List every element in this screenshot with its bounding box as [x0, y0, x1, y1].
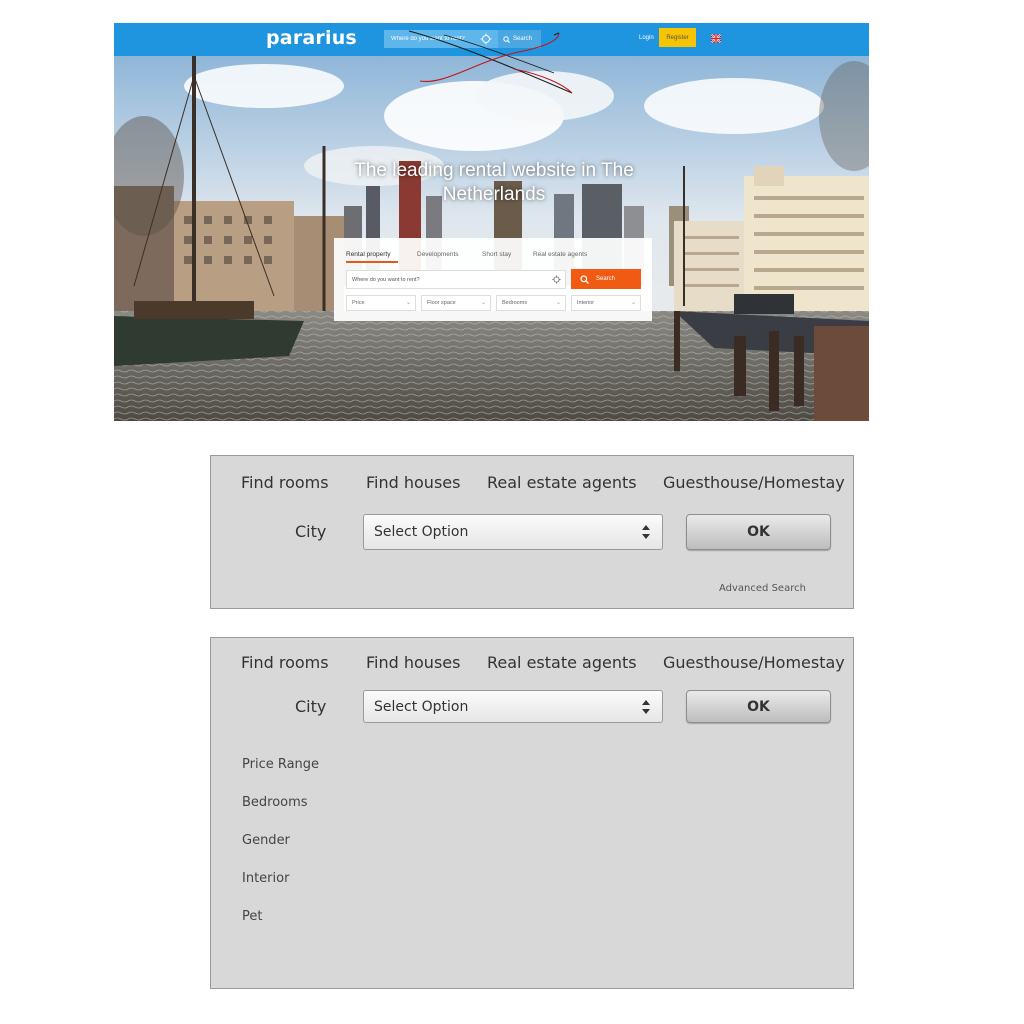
nav-real-estate-agents[interactable]: Real estate agents [487, 653, 637, 672]
interior-filter[interactable]: Interior [242, 871, 289, 886]
interior-filter[interactable]: Interior ⌄ [571, 295, 641, 311]
floor-space-filter-label: Floor space [427, 300, 456, 306]
nav-guesthouse-homestay[interactable]: Guesthouse/Homestay [663, 653, 845, 672]
chevron-down-icon: ⌄ [480, 300, 486, 306]
city-select[interactable]: Select Option [363, 690, 663, 723]
tab-rental-property[interactable]: Rental property [346, 251, 390, 258]
nav-find-houses[interactable]: Find houses [366, 473, 460, 492]
search-icon [580, 274, 589, 284]
ok-button[interactable]: OK [686, 514, 831, 550]
city-select-value: Select Option [374, 698, 469, 715]
nav-find-rooms[interactable]: Find rooms [241, 473, 329, 492]
active-tab-underline [346, 261, 398, 263]
bedrooms-filter[interactable]: Bedrooms ⌄ [496, 295, 566, 311]
tab-real-estate-agents[interactable]: Real estate agents [533, 251, 587, 258]
price-filter-label: Price [352, 300, 365, 306]
select-arrows-icon [642, 699, 650, 714]
uk-flag-icon[interactable] [711, 34, 721, 43]
nav-find-houses[interactable]: Find houses [366, 653, 460, 672]
locate-icon[interactable] [552, 275, 561, 284]
top-search-button[interactable]: Search [498, 30, 541, 48]
city-select-value: Select Option [374, 524, 469, 540]
search-card: Rental property Developments Short stay … [334, 238, 652, 321]
select-arrows-icon [642, 525, 650, 539]
search-panel-advanced: Find rooms Find houses Real estate agent… [210, 637, 854, 989]
hero-headline: The leading rental website in The Nether… [354, 160, 634, 205]
location-search-input[interactable] [346, 270, 566, 289]
top-nav-bar: pararius Search Login Register [114, 23, 869, 56]
search-panel-basic: Find rooms Find houses Real estate agent… [210, 455, 854, 609]
price-filter[interactable]: Price ⌄ [346, 295, 416, 311]
nav-find-rooms[interactable]: Find rooms [241, 653, 329, 672]
pet-filter[interactable]: Pet [242, 909, 262, 924]
chevron-down-icon: ⌄ [405, 300, 411, 306]
top-search-button-label: Search [513, 36, 533, 42]
advanced-search-link[interactable]: Advanced Search [719, 583, 806, 594]
logo[interactable]: pararius [266, 27, 357, 49]
top-search-box: Search [384, 30, 541, 48]
login-link[interactable]: Login [639, 35, 654, 41]
bedrooms-filter-label: Bedrooms [502, 300, 528, 306]
city-label: City [295, 697, 327, 716]
city-label: City [295, 522, 327, 541]
hero-screenshot: pararius Search Login Register [114, 23, 869, 421]
locate-icon[interactable] [480, 33, 492, 45]
interior-filter-label: Interior [577, 300, 595, 306]
chevron-down-icon: ⌄ [630, 300, 636, 306]
nav-real-estate-agents[interactable]: Real estate agents [487, 473, 637, 492]
bedrooms-filter[interactable]: Bedrooms [242, 795, 308, 810]
search-button[interactable]: Search [571, 269, 641, 289]
chevron-down-icon: ⌄ [555, 300, 561, 306]
price-range-filter[interactable]: Price Range [242, 757, 319, 772]
register-button[interactable]: Register [659, 28, 696, 47]
city-select[interactable]: Select Option [363, 514, 663, 550]
nav-guesthouse-homestay[interactable]: Guesthouse/Homestay [663, 473, 845, 492]
floor-space-filter[interactable]: Floor space ⌄ [421, 295, 491, 311]
search-icon [503, 35, 510, 43]
search-button-label: Search [596, 276, 616, 282]
gender-filter[interactable]: Gender [242, 833, 290, 848]
tab-developments[interactable]: Developments [417, 251, 459, 258]
ok-button[interactable]: OK [686, 690, 831, 723]
tab-short-stay[interactable]: Short stay [482, 251, 511, 258]
